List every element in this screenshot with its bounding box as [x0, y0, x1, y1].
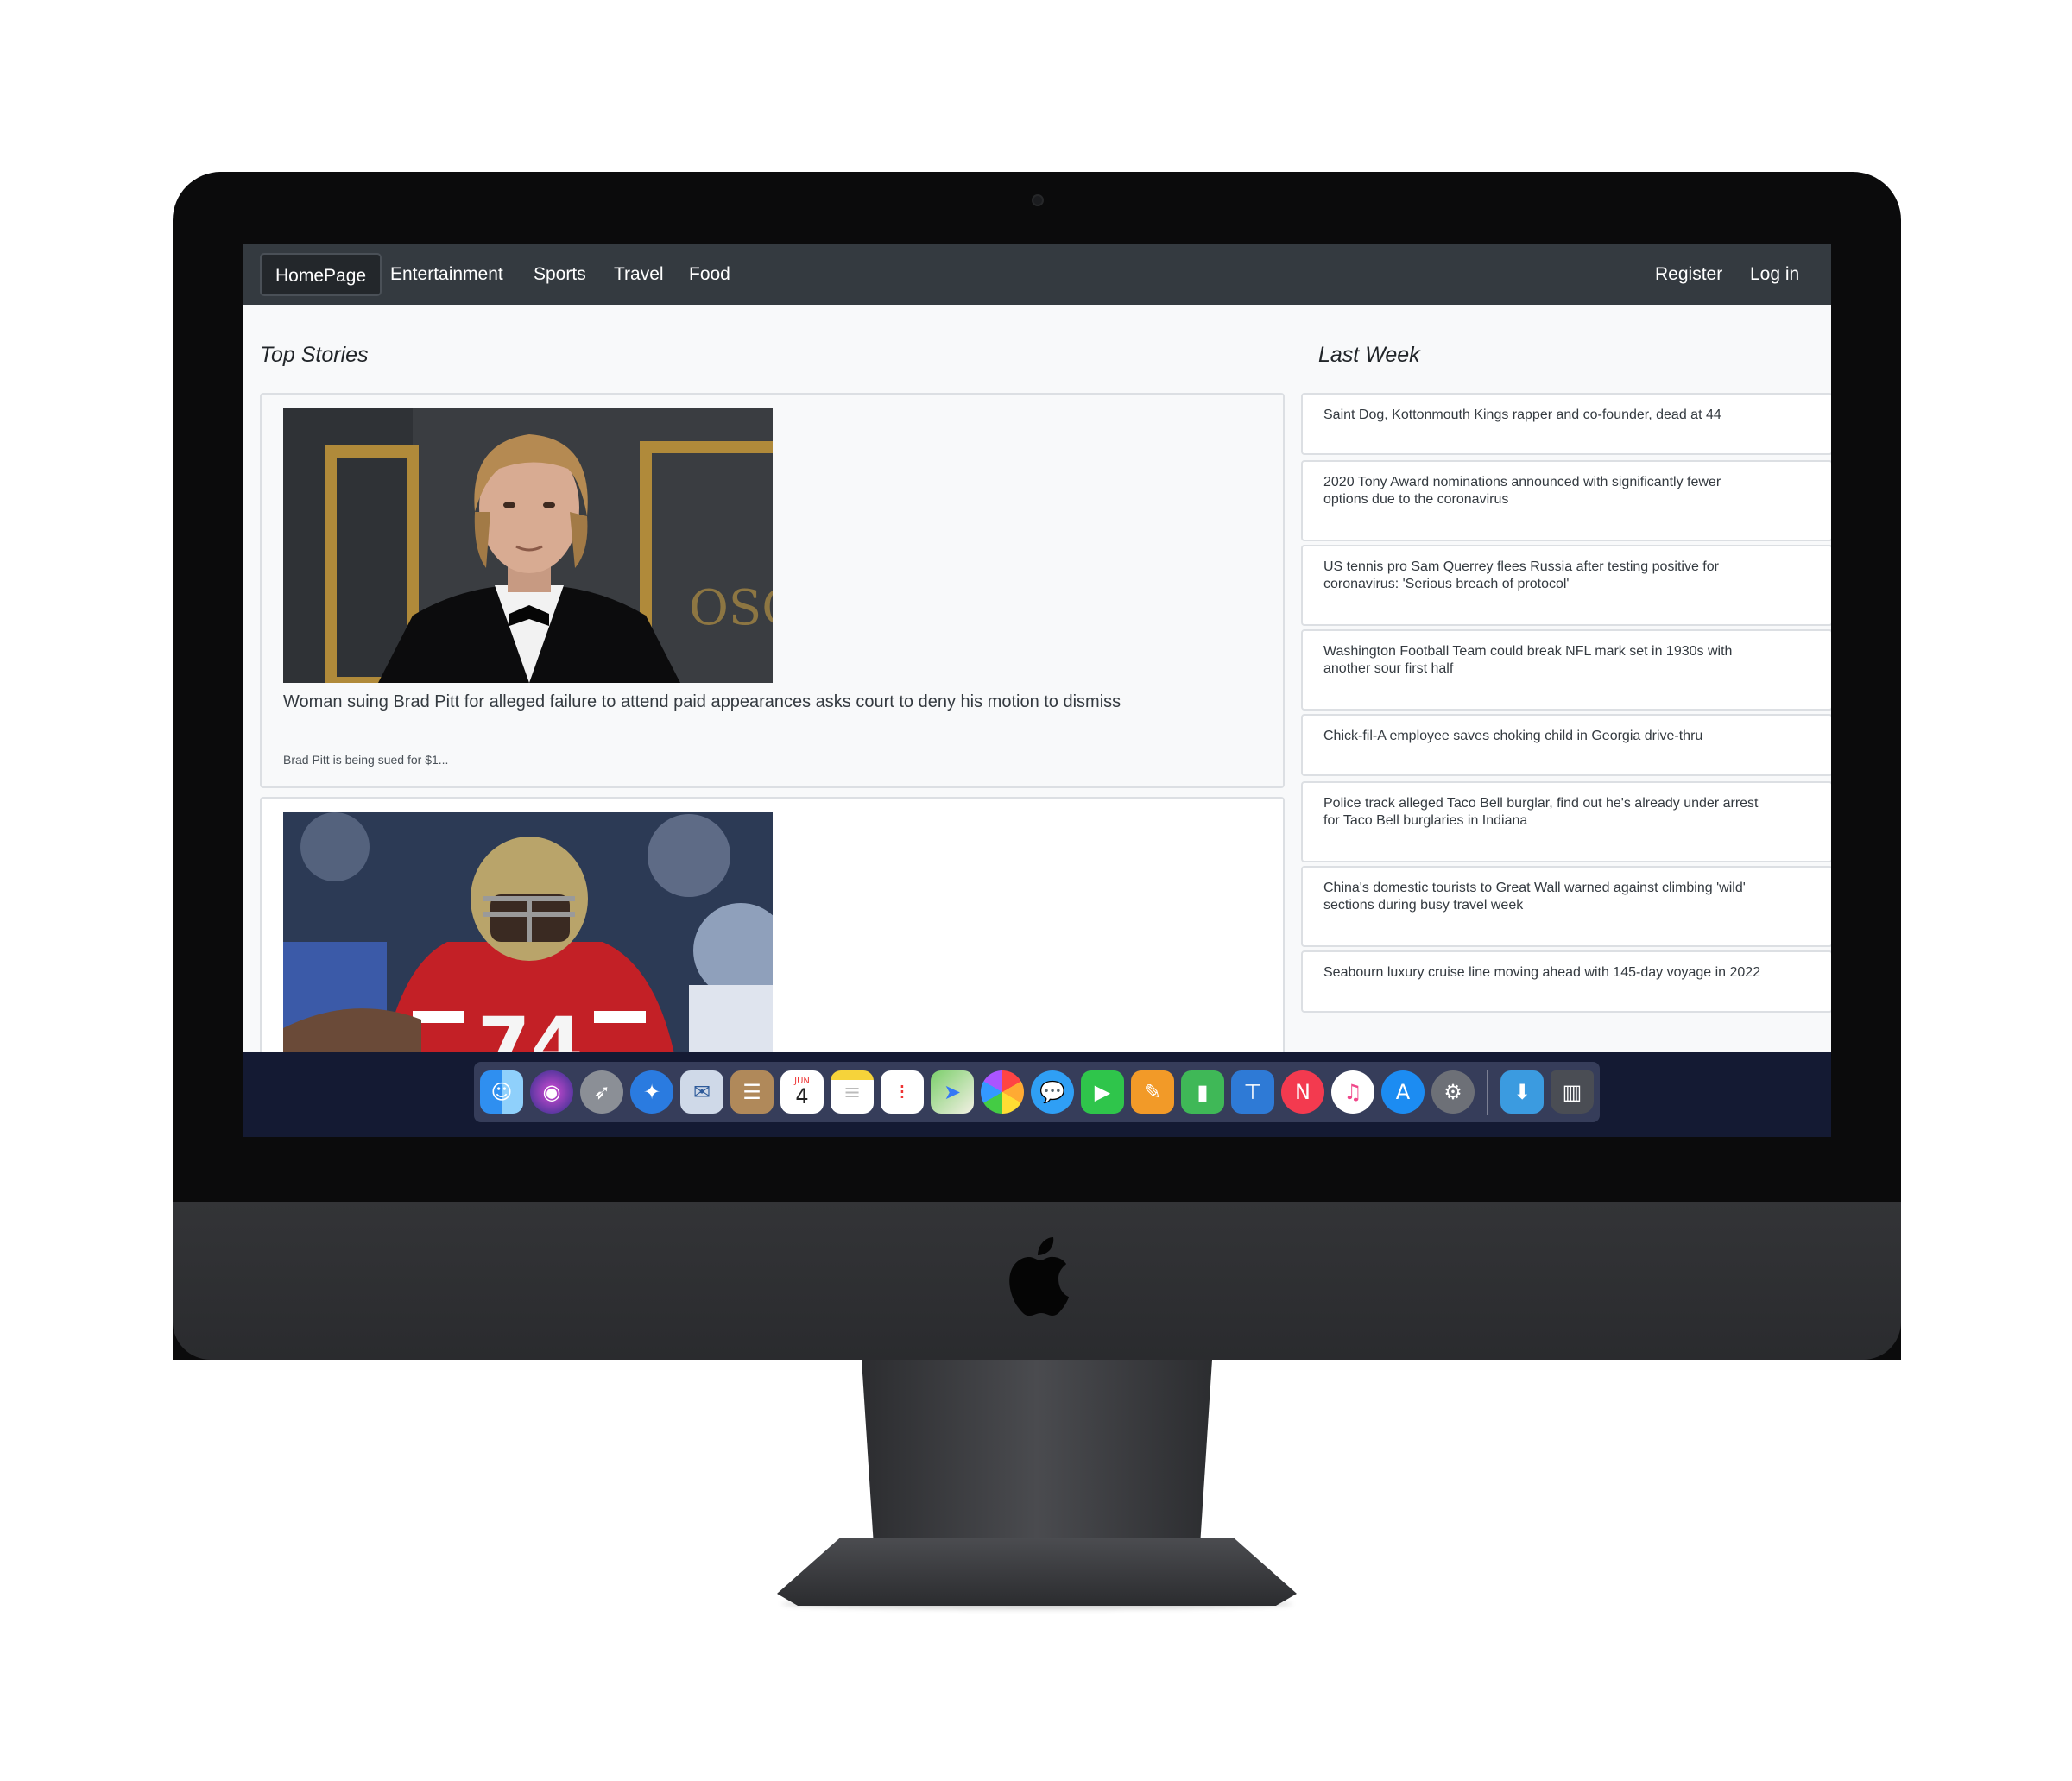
nav-sports[interactable]: Sports: [534, 253, 586, 296]
nav-register[interactable]: Register: [1655, 253, 1722, 296]
last-week-title: Last Week: [1318, 343, 1420, 367]
system-preferences-icon[interactable]: ⚙: [1431, 1070, 1475, 1114]
photos-icon[interactable]: [981, 1070, 1024, 1114]
facetime-icon[interactable]: ▶: [1081, 1070, 1124, 1114]
reminders-icon[interactable]: ⁝: [881, 1070, 924, 1114]
last-week-item[interactable]: China's domestic tourists to Great Wall …: [1301, 866, 1831, 947]
pages-icon[interactable]: ✎: [1131, 1070, 1174, 1114]
last-week-item-line: options due to the coronavirus: [1323, 492, 1509, 507]
last-week-item[interactable]: Saint Dog, Kottonmouth Kings rapper and …: [1301, 393, 1831, 455]
last-week-item-line: Chick-fil-A employee saves choking child…: [1323, 729, 1703, 743]
last-week-item[interactable]: Seabourn luxury cruise line moving ahead…: [1301, 950, 1831, 1013]
last-week-item[interactable]: Police track alleged Taco Bell burglar, …: [1301, 781, 1831, 862]
siri-icon[interactable]: ◉: [530, 1070, 573, 1114]
launchpad-icon[interactable]: ➶: [580, 1070, 623, 1114]
safari-icon[interactable]: ✦: [630, 1070, 673, 1114]
top-stories-title: Top Stories: [260, 343, 369, 367]
news-icon[interactable]: N: [1281, 1070, 1324, 1114]
app-store-icon[interactable]: A: [1381, 1070, 1424, 1114]
last-week-item-line: Saint Dog, Kottonmouth Kings rapper and …: [1323, 407, 1721, 422]
last-week-item-line: Seabourn luxury cruise line moving ahead…: [1323, 965, 1761, 980]
nav-travel[interactable]: Travel: [614, 253, 664, 296]
last-week-item[interactable]: Chick-fil-A employee saves choking child…: [1301, 714, 1831, 776]
imac-mockup: HomePage Entertainment Sports Travel Foo…: [0, 0, 2072, 1781]
last-week-item[interactable]: US tennis pro Sam Querrey flees Russia a…: [1301, 545, 1831, 626]
dock-separator: [1487, 1070, 1488, 1115]
calendar-day: 4: [795, 1084, 809, 1108]
nav-login[interactable]: Log in: [1750, 253, 1799, 296]
calendar-icon[interactable]: JUN 4: [780, 1070, 824, 1114]
story-headline[interactable]: Woman suing Brad Pitt for alleged failur…: [283, 692, 1121, 712]
trash-icon[interactable]: ▥: [1551, 1070, 1594, 1114]
main-content: Top Stories Last Week OSC: [243, 305, 1831, 1087]
screen: HomePage Entertainment Sports Travel Foo…: [243, 244, 1831, 1137]
nav-entertainment[interactable]: Entertainment: [390, 253, 503, 296]
webcam: [1032, 194, 1044, 206]
story-image[interactable]: 74: [283, 812, 773, 1087]
maps-icon[interactable]: ➤: [931, 1070, 974, 1114]
nav-food[interactable]: Food: [689, 253, 730, 296]
story-card[interactable]: OSC Woman suing Brad Pitt for: [260, 393, 1285, 788]
dock: ☺ ◉ ➶ ✦ ✉ ☰ JUN 4 ≡ ⁝ ➤ 💬 ▶ ✎ ▮ ⊤ N ♫ A …: [474, 1062, 1600, 1122]
last-week-item-line: another sour first half: [1323, 661, 1454, 676]
story-summary: Brad Pitt is being sued for $1...: [283, 753, 449, 767]
last-week-item-line: China's domestic tourists to Great Wall …: [1323, 881, 1746, 895]
last-week-item-line: sections during busy travel week: [1323, 898, 1524, 913]
imac-stand-foot: [777, 1538, 1297, 1606]
navbar: HomePage Entertainment Sports Travel Foo…: [243, 244, 1831, 305]
itunes-icon[interactable]: ♫: [1331, 1070, 1374, 1114]
brad-pitt-photo: OSC: [283, 408, 773, 683]
last-week-item-line: Police track alleged Taco Bell burglar, …: [1323, 796, 1759, 811]
football-player-photo: 74: [283, 812, 773, 1087]
last-week-item-line: Washington Football Team could break NFL…: [1323, 644, 1733, 659]
nav-homepage[interactable]: HomePage: [260, 253, 382, 296]
last-week-item-line: for Taco Bell burglaries in Indiana: [1323, 813, 1528, 828]
last-week-item-line: US tennis pro Sam Querrey flees Russia a…: [1323, 559, 1719, 574]
keynote-icon[interactable]: ⊤: [1231, 1070, 1274, 1114]
last-week-item-line: coronavirus: 'Serious breach of protocol…: [1323, 577, 1570, 591]
last-week-item[interactable]: Washington Football Team could break NFL…: [1301, 629, 1831, 711]
contacts-icon[interactable]: ☰: [730, 1070, 774, 1114]
notes-icon[interactable]: ≡: [831, 1070, 874, 1114]
story-image[interactable]: OSC: [283, 408, 773, 683]
downloads-folder-icon[interactable]: ⬇: [1500, 1070, 1544, 1114]
mail-icon[interactable]: ✉: [680, 1070, 723, 1114]
apple-logo-icon: [1009, 1237, 1069, 1316]
last-week-item-line: 2020 Tony Award nominations announced wi…: [1323, 475, 1721, 489]
story-card[interactable]: 74: [260, 797, 1285, 1087]
messages-icon[interactable]: 💬: [1031, 1070, 1074, 1114]
svg-text:OSC: OSC: [689, 580, 773, 636]
finder-icon[interactable]: ☺: [480, 1070, 523, 1114]
numbers-icon[interactable]: ▮: [1181, 1070, 1224, 1114]
last-week-item[interactable]: 2020 Tony Award nominations announced wi…: [1301, 460, 1831, 541]
